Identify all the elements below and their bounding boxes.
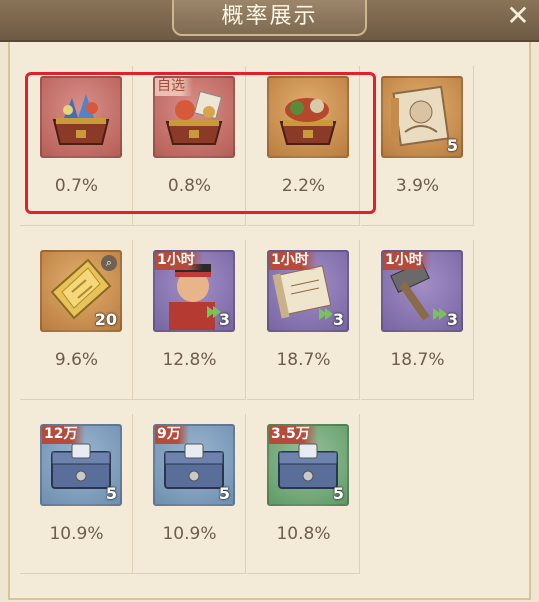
item-count: 3: [218, 310, 230, 329]
gem-chest-icon: [42, 78, 120, 156]
probability-label: 10.8%: [276, 524, 331, 544]
reward-tile[interactable]: 9万 5: [153, 424, 235, 506]
magnifier-icon[interactable]: ⌕: [101, 255, 117, 271]
reward-cell[interactable]: 2.2%: [247, 66, 360, 226]
treasure-chest-icon: [269, 78, 347, 156]
page-title: 概率展示: [172, 0, 367, 36]
reward-tile[interactable]: 12万 5: [40, 424, 122, 506]
close-icon: ✕: [506, 0, 530, 32]
reward-tile[interactable]: 1小时 3: [381, 250, 463, 332]
probability-label: 0.7%: [54, 176, 99, 196]
reward-cell[interactable]: 自选 0.8%: [133, 66, 246, 226]
reward-cell[interactable]: 1小时 3 18.7%: [361, 240, 474, 400]
reward-cell[interactable]: ⌕ 20 9.6%: [20, 240, 133, 400]
reward-tile[interactable]: 1小时 3: [153, 250, 235, 332]
tag-label: 3.5万: [269, 426, 318, 444]
item-count: 20: [94, 310, 117, 329]
item-count: 5: [446, 136, 458, 155]
tag-label: 自选: [155, 78, 193, 96]
item-count: 3: [332, 310, 344, 329]
tag-label: 1小时: [155, 252, 203, 270]
reward-cell[interactable]: 1小时 3 18.7%: [247, 240, 360, 400]
reward-cell[interactable]: 5 3.9%: [361, 66, 474, 226]
reward-tile[interactable]: [267, 76, 349, 158]
reward-cell[interactable]: 1小时 3 12.8%: [133, 240, 246, 400]
reward-tile[interactable]: 1小时 3: [267, 250, 349, 332]
probability-label: 12.8%: [162, 350, 217, 370]
close-button[interactable]: ✕: [503, 2, 533, 32]
item-count: 5: [332, 484, 344, 503]
tag-label: 12万: [42, 426, 86, 444]
tag-label: 1小时: [269, 252, 317, 270]
probability-label: 10.9%: [49, 524, 104, 544]
probability-label: 2.2%: [281, 176, 326, 196]
tag-label: 1小时: [383, 252, 431, 270]
header-bar: 概率展示 ✕: [0, 0, 539, 42]
item-count: 3: [446, 310, 458, 329]
probability-label: 10.9%: [162, 524, 217, 544]
item-count: 5: [105, 484, 117, 503]
reward-cell[interactable]: 3.5万 5 10.8%: [247, 414, 360, 574]
probability-label: 0.8%: [167, 176, 212, 196]
probability-label: 18.7%: [390, 350, 445, 370]
reward-cell[interactable]: 9万 5 10.9%: [133, 414, 246, 574]
tag-label: 9万: [155, 426, 189, 444]
reward-cell[interactable]: 12万 5 10.9%: [20, 414, 133, 574]
reward-tile[interactable]: 3.5万 5: [267, 424, 349, 506]
reward-cell[interactable]: 0.7%: [20, 66, 133, 226]
probability-label: 3.9%: [395, 176, 440, 196]
item-count: 5: [218, 484, 230, 503]
reward-tile[interactable]: ⌕ 20: [40, 250, 122, 332]
reward-tile[interactable]: 自选: [153, 76, 235, 158]
reward-tile[interactable]: [40, 76, 122, 158]
reward-tile[interactable]: 5: [381, 76, 463, 158]
probability-label: 18.7%: [276, 350, 331, 370]
probability-label: 9.6%: [54, 350, 99, 370]
